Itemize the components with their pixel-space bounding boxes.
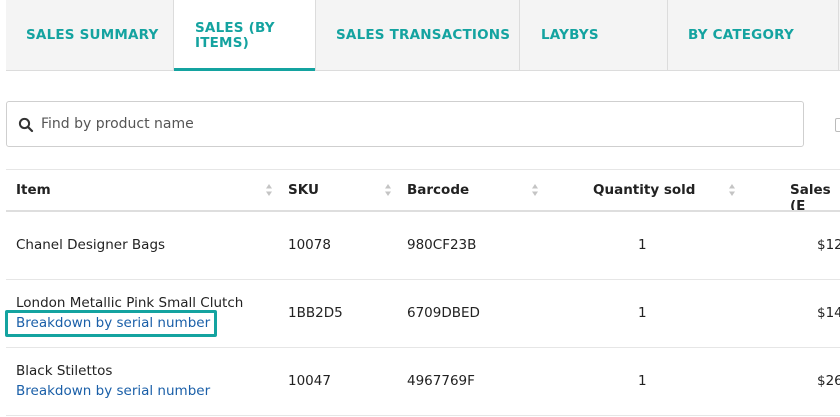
tab-sales-by-items[interactable]: SALES (BY ITEMS): [173, 0, 316, 71]
filter-checkbox[interactable]: [835, 118, 840, 132]
sku-cell: 10047: [288, 373, 331, 389]
sort-icon[interactable]: [384, 183, 392, 197]
item-name: London Metallic Pink Small Clutch: [16, 295, 244, 311]
table-top-border: [6, 169, 840, 170]
barcode-cell: 4967769F: [407, 373, 475, 389]
tab-by-category[interactable]: BY CATEGORY: [667, 0, 838, 70]
search-box: [6, 101, 804, 147]
sku-cell: 1BB2D5: [288, 305, 343, 321]
quantity-cell: 1: [638, 237, 647, 253]
item-name: Black Stilettos: [16, 363, 113, 379]
sku-cell: 10078: [288, 237, 331, 253]
row-divider: [6, 347, 840, 348]
sales-cell: $26: [817, 373, 840, 389]
tab-label-line2: ITEMS): [195, 34, 249, 51]
column-header-sku[interactable]: SKU: [288, 182, 319, 198]
tab-label: SALES TRANSACTIONS: [336, 26, 511, 43]
tab-sales-summary[interactable]: SALES SUMMARY: [26, 0, 176, 70]
item-name: Chanel Designer Bags: [16, 237, 166, 253]
breakdown-by-serial-link[interactable]: Breakdown by serial number: [16, 383, 210, 399]
column-header-barcode[interactable]: Barcode: [407, 182, 469, 198]
quantity-cell: 1: [638, 373, 647, 389]
search-icon: [18, 117, 34, 133]
sales-cell: $14: [817, 305, 840, 321]
tab-label-line1: SALES (BY: [195, 19, 275, 36]
sort-icon[interactable]: [265, 183, 273, 197]
tab-label: LAYBYS: [541, 26, 599, 43]
quantity-cell: 1: [638, 305, 647, 321]
search-input[interactable]: [41, 102, 781, 146]
sort-icon[interactable]: [728, 183, 736, 197]
tab-sales-transactions[interactable]: SALES TRANSACTIONS: [316, 0, 519, 70]
column-header-item[interactable]: Item: [16, 182, 51, 198]
tab-label: SALES SUMMARY: [26, 26, 159, 43]
sort-icon[interactable]: [531, 183, 539, 197]
column-header-quantity-sold[interactable]: Quantity sold: [593, 182, 695, 198]
report-tabs: SALES SUMMARY SALES (BY ITEMS) SALES TRA…: [6, 0, 840, 71]
row-divider: [6, 279, 840, 280]
tab-label: SALES (BY ITEMS): [195, 19, 275, 51]
highlight-box: [5, 310, 217, 337]
barcode-cell: 6709DBED: [407, 305, 480, 321]
table-header-border: [6, 210, 840, 212]
barcode-cell: 980CF23B: [407, 237, 477, 253]
row-divider: [6, 415, 840, 416]
tab-label: BY CATEGORY: [688, 26, 794, 43]
sales-cell: $12: [817, 237, 840, 253]
tab-laybys[interactable]: LAYBYS: [519, 0, 667, 70]
